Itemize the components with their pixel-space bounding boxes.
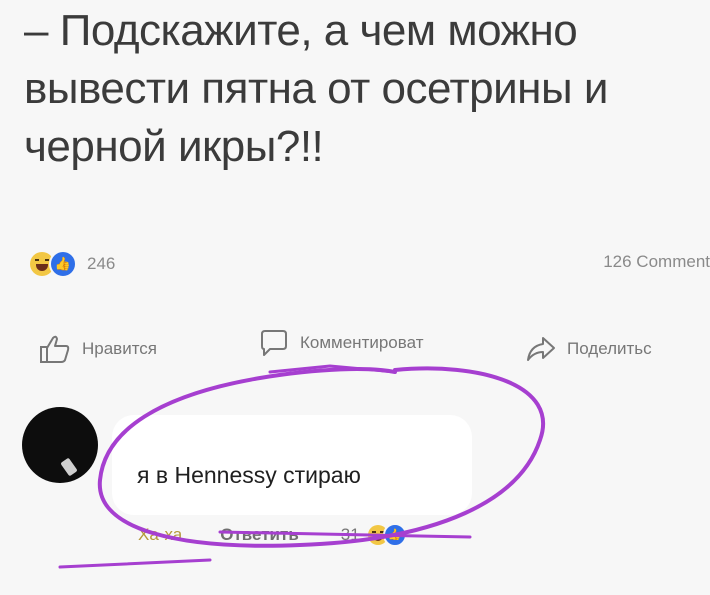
like-icon: 👍 (49, 250, 77, 278)
comments-count[interactable]: 126 Comment (603, 252, 710, 272)
haha-reaction-button[interactable]: Ха-ха (138, 525, 182, 545)
commenter-avatar[interactable] (22, 407, 98, 483)
thumbs-up-icon (40, 335, 70, 363)
post-text: – Подскажите, а чем можно вывести пятна … (24, 2, 684, 176)
scribble-underline-1 (58, 558, 212, 569)
reply-button[interactable]: Ответить (220, 525, 299, 545)
share-button[interactable]: Поделитьс (525, 334, 652, 364)
share-label: Поделитьс (567, 339, 652, 358)
post-text-line-3: черной икры?!! (24, 122, 324, 171)
like-button[interactable]: Нравится (38, 334, 157, 364)
reaction-count: 246 (87, 254, 116, 273)
post-text-line-2: вывести пятна от осетрины и (24, 64, 608, 113)
comment-bubble-icon (261, 330, 287, 356)
comment-reaction-count: 31 (340, 525, 360, 544)
comment-reaction-icons[interactable]: 👍 (367, 523, 407, 547)
like-label: Нравится (82, 339, 158, 358)
comment-text: я в Hennessy стираю (137, 462, 361, 488)
comment-actions: Ха-ха Ответить 31 👍 (138, 523, 407, 547)
reactions-summary[interactable]: 👍 246 (30, 250, 115, 278)
like-icon: 👍 (382, 523, 407, 547)
comment-button[interactable]: Комментироват (258, 328, 423, 358)
share-arrow-icon (527, 337, 555, 361)
post-action-bar: Нравится Комментироват Поделитьс (0, 328, 710, 368)
post-text-line-1: – Подскажите, а чем можно (24, 6, 578, 55)
comment-label: Комментироват (300, 333, 424, 352)
